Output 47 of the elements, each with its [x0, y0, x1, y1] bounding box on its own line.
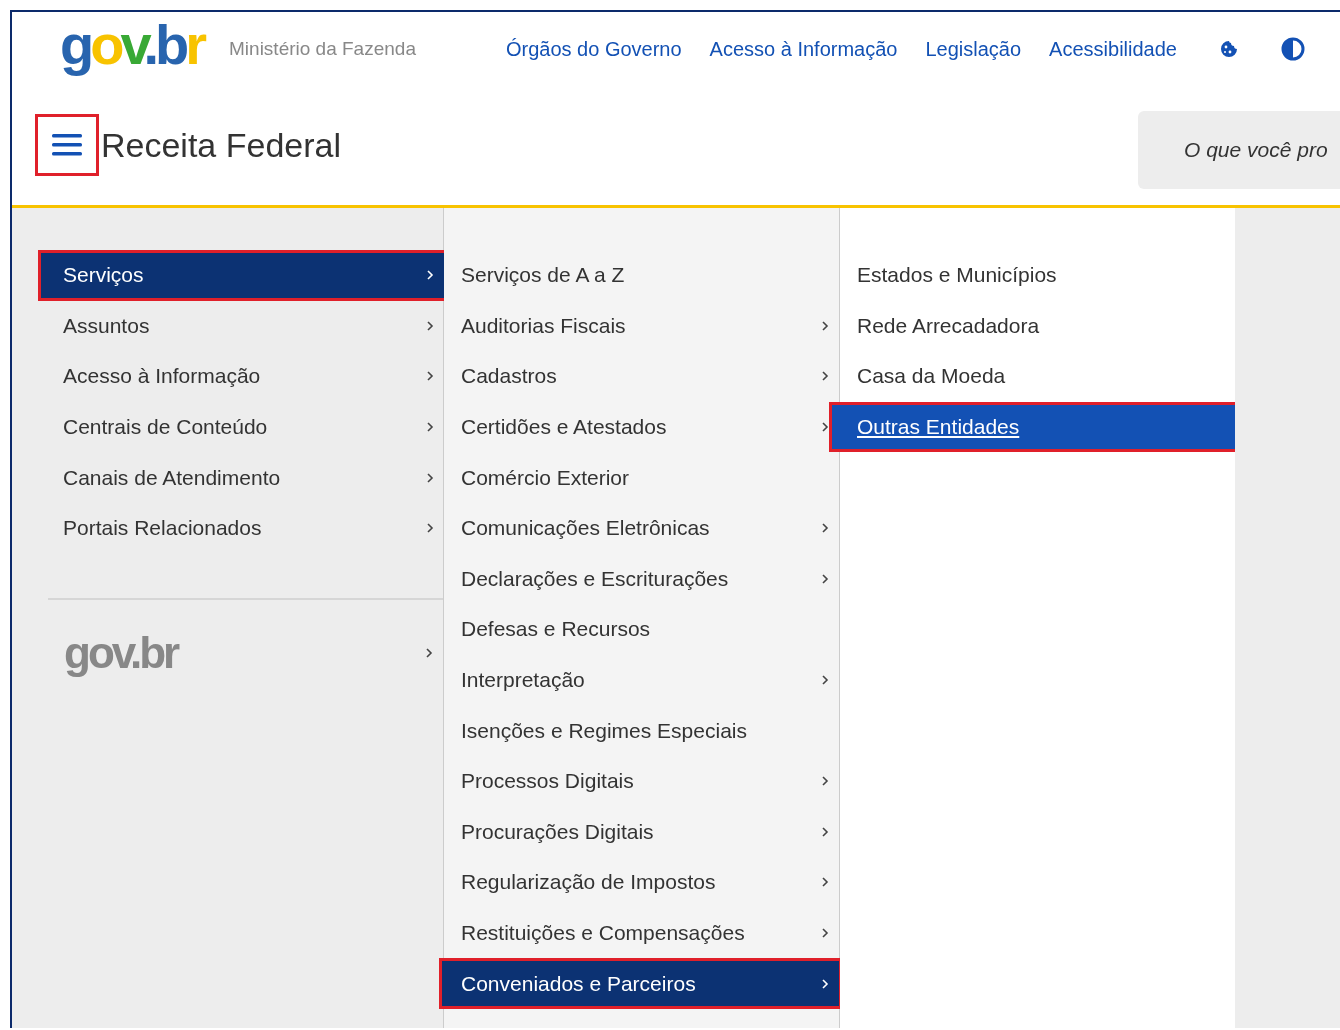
nav-link[interactable]: Acessibilidade — [1049, 37, 1177, 61]
chevron-icon — [821, 927, 829, 939]
menu-item[interactable]: Processos Digitais — [442, 758, 839, 804]
ministry-name: Ministério da Fazenda — [229, 38, 416, 60]
menu-item[interactable]: Portais Relacionados — [41, 505, 444, 551]
menu-item[interactable]: Auditorias Fiscais — [442, 303, 839, 349]
chevron-icon — [821, 370, 829, 383]
menu-item[interactable]: Defesas e Recursos — [442, 607, 839, 652]
chevron-icon — [821, 825, 829, 838]
chevron-icon — [821, 876, 829, 889]
chevron-icon — [426, 522, 434, 535]
menu-item[interactable]: Isenções e Regimes Especiais — [442, 708, 839, 753]
nav-link[interactable]: Legislação — [925, 37, 1022, 61]
menu-item[interactable]: Centrais de Conteúdo — [41, 404, 444, 450]
menu-item[interactable]: Serviços — [41, 253, 444, 298]
cookie-icon[interactable] — [1218, 39, 1239, 59]
menu-item[interactable]: Comunicações Eletrônicas — [442, 505, 839, 551]
search-field[interactable]: O que você pro — [1138, 111, 1340, 189]
menu-item[interactable]: Restituições e Compensações — [442, 910, 839, 956]
chevron-icon — [425, 646, 433, 659]
menu-item[interactable]: Canais de Atendimento — [41, 455, 444, 500]
menu-item[interactable]: Acesso à Informação — [41, 354, 444, 399]
site-title: Receita Federal — [101, 125, 341, 165]
chevron-icon — [821, 977, 829, 990]
chevron-icon — [821, 674, 829, 687]
chevron-icon — [426, 471, 434, 484]
menu-item[interactable]: Regularização de Impostos — [442, 860, 839, 905]
chevron-icon — [821, 421, 829, 434]
menu-item[interactable]: Cadastros — [442, 354, 839, 399]
chevron-icon — [426, 370, 434, 383]
contrast-icon[interactable] — [1280, 37, 1305, 61]
menu-item[interactable]: Serviços de A a Z — [442, 253, 839, 298]
menu-item[interactable]: Comércio Exterior — [442, 455, 839, 500]
chevron-icon — [426, 269, 434, 282]
chevron-icon — [821, 522, 829, 535]
chevron-icon — [821, 775, 829, 788]
menu-item[interactable]: Conveniados e Parceiros — [442, 961, 839, 1006]
chevron-icon — [821, 572, 829, 585]
menu-item[interactable]: Declarações e Escriturações — [442, 556, 839, 602]
chevron-icon — [426, 319, 434, 332]
chevron-icon — [821, 319, 829, 332]
nav-link[interactable]: Acesso à Informação — [709, 37, 898, 61]
menu-item[interactable]: Assuntos — [41, 303, 444, 349]
menu-item[interactable]: Procurações Digitais — [442, 809, 839, 855]
nav-link[interactable]: Órgãos do Governo — [505, 37, 682, 61]
menu-item[interactable]: Interpretação — [442, 657, 839, 703]
chevron-icon — [426, 421, 434, 434]
